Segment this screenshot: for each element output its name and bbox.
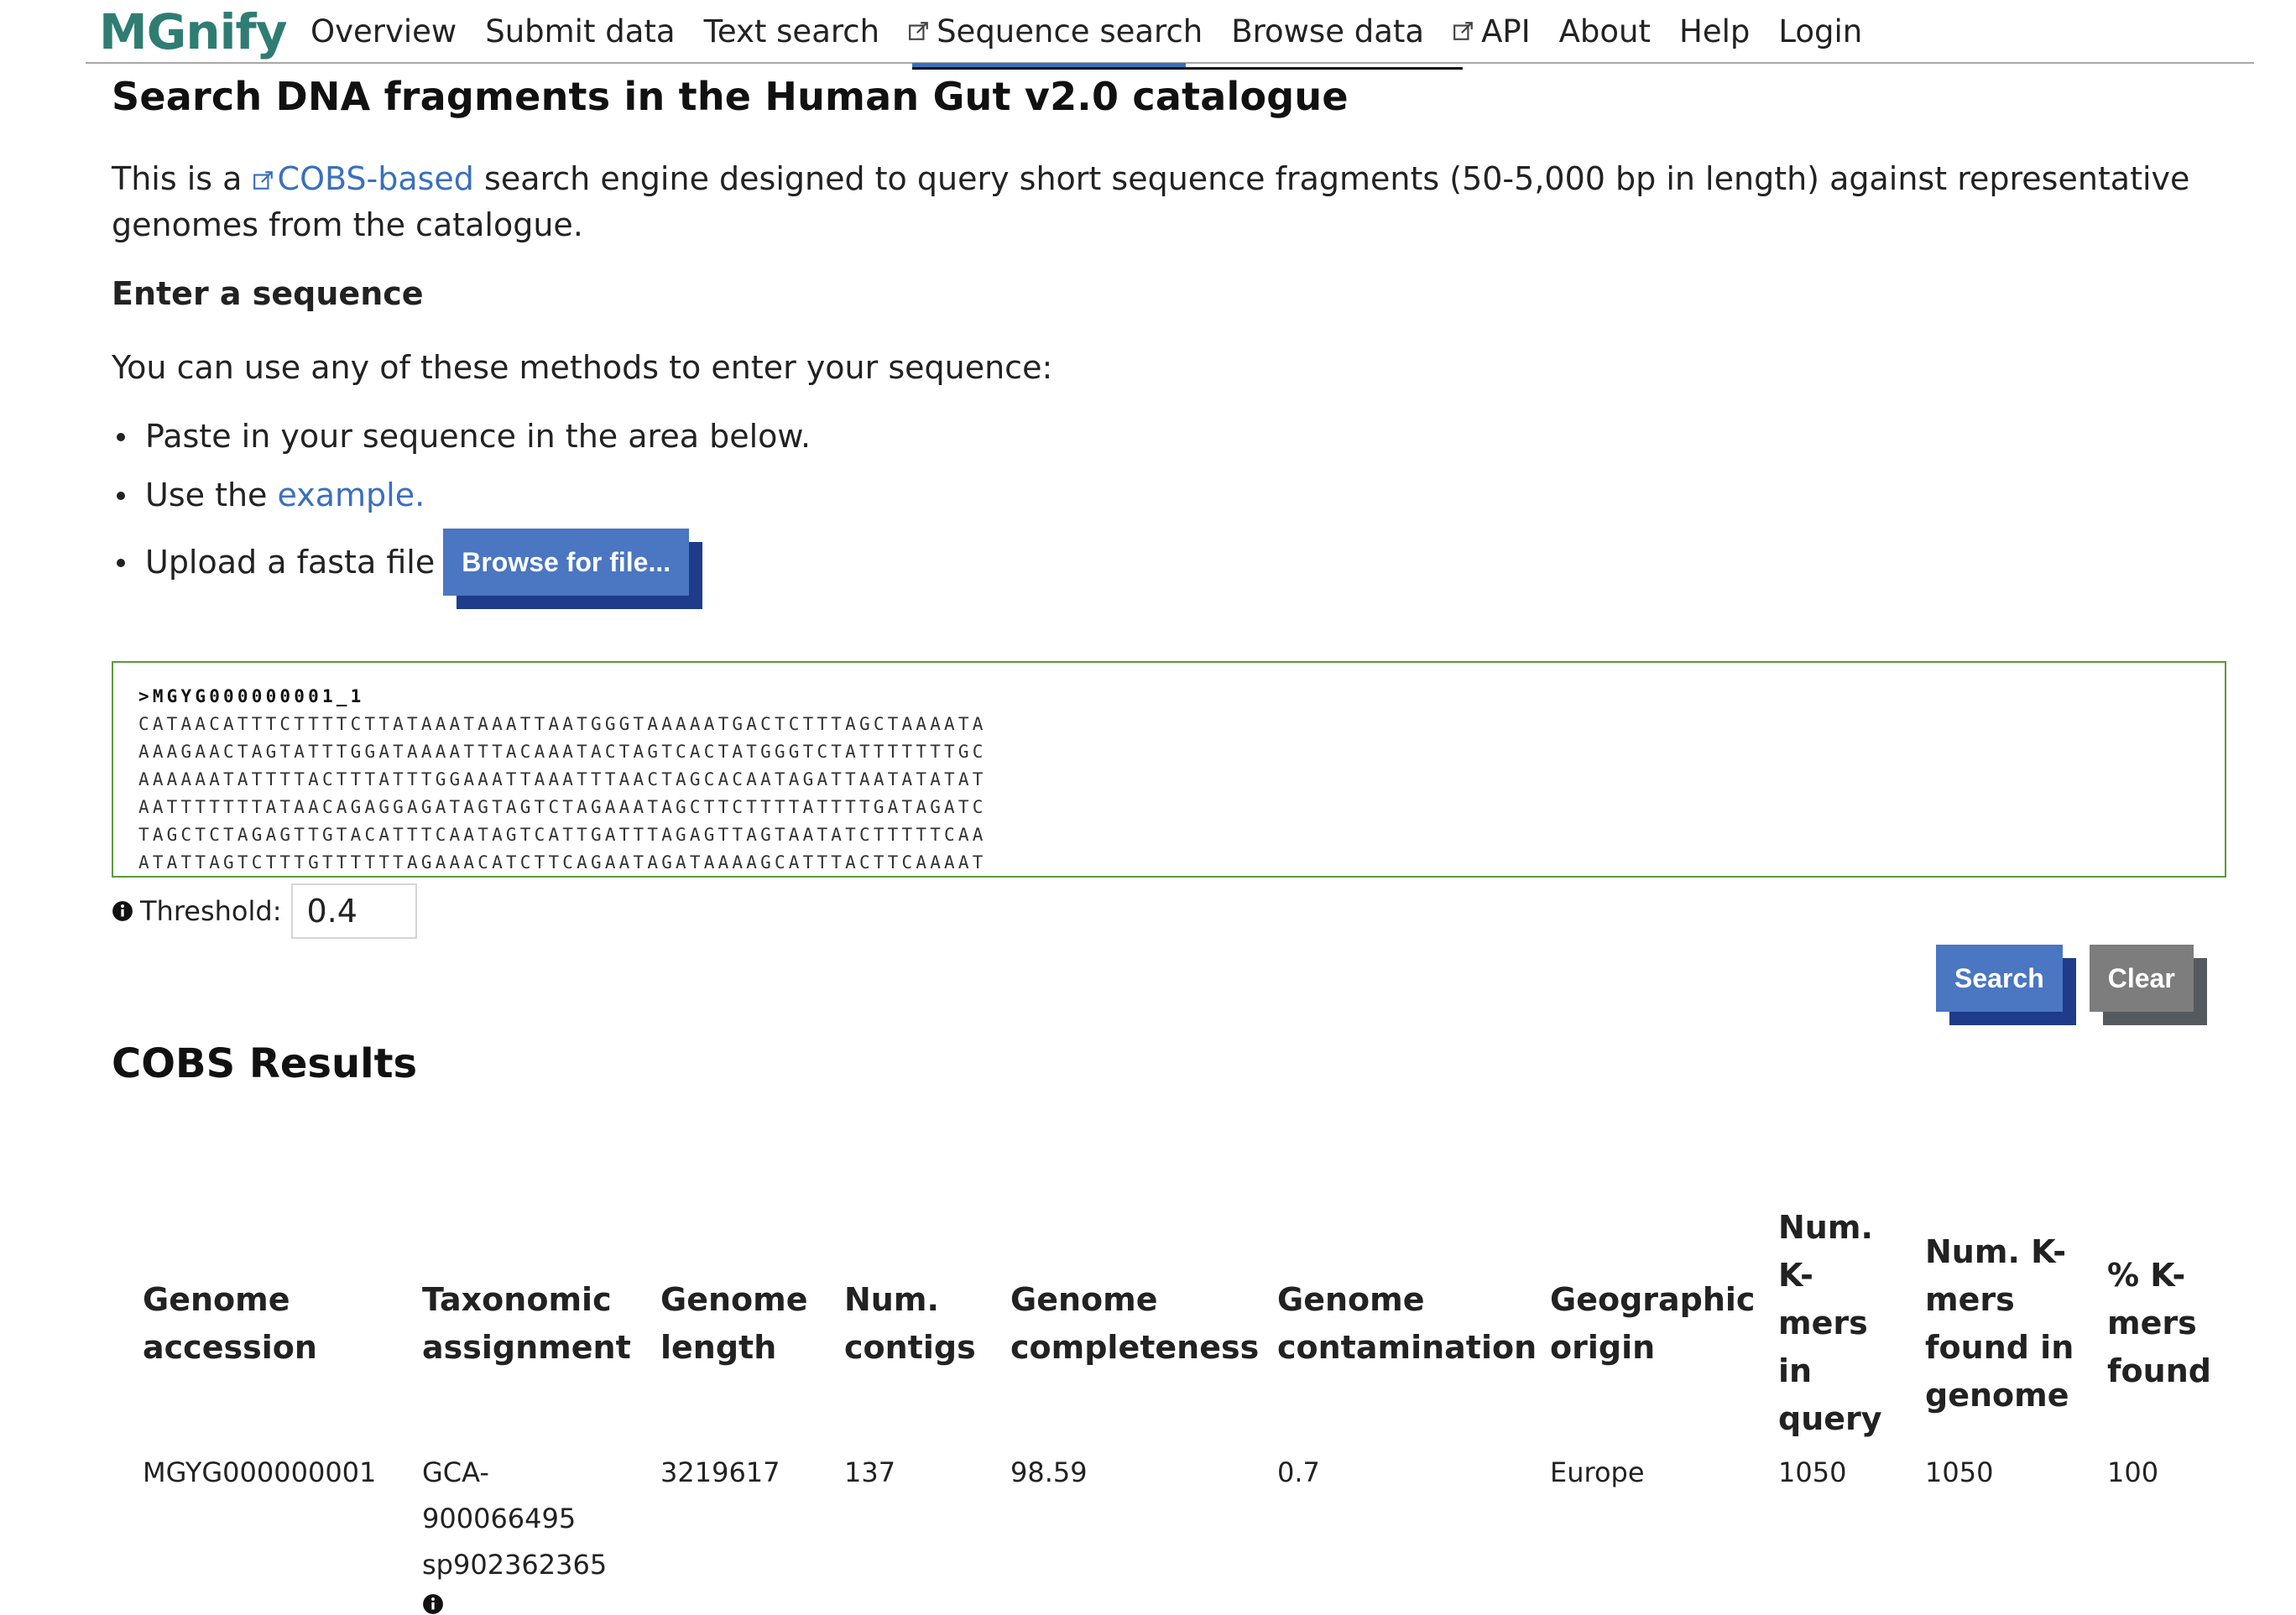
taxonomy-cell: GCA- 900066495 sp902362365 xyxy=(422,1450,624,1615)
sequence-line: ATATTAGTCTTTGTTTTTTAGAAACATCTTCAGAATAGAT… xyxy=(138,852,987,873)
sequence-line: AAAGAACTAGTATTTGGATAAAATTTACAAATACTAGTCA… xyxy=(138,742,987,762)
action-buttons: Search Clear xyxy=(1936,945,2207,1025)
enter-sequence-heading: Enter a sequence xyxy=(112,275,424,312)
column-header[interactable]: Taxonomic assignment xyxy=(422,1276,631,1372)
sequence-line: TAGCTCTAGAGTTGTACATTTCAATAGTCATTGATTTAGA… xyxy=(138,825,987,845)
column-header[interactable]: Genome completeness xyxy=(1010,1276,1259,1372)
completeness-cell: 98.59 xyxy=(1010,1456,1088,1488)
threshold-row: Threshold: 0.4 xyxy=(112,883,418,939)
search-button[interactable]: Search xyxy=(1936,945,2063,1012)
mgnify-logo[interactable]: MGnify xyxy=(99,3,288,60)
browse-file-button[interactable]: Browse for file... xyxy=(443,529,690,596)
external-link-icon xyxy=(909,22,928,40)
list-item: Paste in your sequence in the area below… xyxy=(112,413,811,460)
threshold-input[interactable]: 0.4 xyxy=(291,883,418,939)
genome-accession-link[interactable]: MGYG000000001 xyxy=(143,1450,376,1496)
nav-api[interactable]: API xyxy=(1453,10,1531,52)
column-header[interactable]: Num. contigs xyxy=(844,1276,976,1372)
column-header[interactable]: Genome accession xyxy=(143,1276,378,1372)
external-link-icon xyxy=(1453,22,1473,40)
cobs-link[interactable]: COBS-based xyxy=(278,160,474,197)
browse-file-button-wrap: Browse for file... xyxy=(443,529,703,609)
methods-intro: You can use any of these methods to ente… xyxy=(112,349,1053,386)
nav-sequence-search[interactable]: Sequence search xyxy=(908,10,1203,52)
nav-menu: Overview Submit data Text search Sequenc… xyxy=(310,10,1891,52)
column-header[interactable]: Genome length xyxy=(660,1276,828,1372)
nav-about[interactable]: About xyxy=(1559,10,1651,52)
column-header[interactable]: Num. K-mers in query xyxy=(1778,1204,1887,1443)
nav-submit-data[interactable]: Submit data xyxy=(485,10,675,52)
sequence-textarea[interactable]: >MGYG000000001_1 CATAACATTTCTTTTCTTATAAA… xyxy=(112,661,2226,878)
list-item: Upload a fasta file Browse for file... xyxy=(112,529,703,609)
column-header[interactable]: Num. K-mers found in genome xyxy=(1925,1228,2085,1420)
info-icon[interactable] xyxy=(112,900,133,922)
info-icon[interactable] xyxy=(422,1593,444,1615)
nav-browse-data[interactable]: Browse data xyxy=(1231,10,1424,52)
contigs-cell: 137 xyxy=(844,1456,896,1488)
nav-text-search[interactable]: Text search xyxy=(704,10,880,52)
contamination-cell: 0.7 xyxy=(1277,1456,1320,1488)
nav-underline xyxy=(912,67,1186,70)
results-title: COBS Results xyxy=(112,1040,418,1087)
sequence-line: AAAAAATATTTTACTTTATTTGGAAATTAAATTTAACTAG… xyxy=(138,769,987,789)
sequence-line: AATTTTTTTATAACAGAGGAGATAGTAGTCTAGAAATAGC… xyxy=(138,797,987,817)
pct-kmers-cell: 100 xyxy=(2107,1456,2159,1488)
column-header[interactable]: Genome contamination xyxy=(1277,1276,1537,1372)
clear-button-wrap: Clear xyxy=(2089,945,2207,1025)
origin-cell: Europe xyxy=(1550,1456,1645,1488)
page-title: Search DNA fragments in the Human Gut v2… xyxy=(112,74,1349,119)
search-button-wrap: Search xyxy=(1936,945,2076,1025)
nav-overview[interactable]: Overview xyxy=(310,10,457,52)
nav-help[interactable]: Help xyxy=(1679,10,1750,52)
kmers-found-cell: 1050 xyxy=(1925,1456,1994,1488)
top-navigation: MGnify Overview Submit data Text search … xyxy=(86,0,2254,64)
external-link-icon xyxy=(253,171,273,190)
kmers-query-cell: 1050 xyxy=(1778,1456,1847,1488)
sequence-header: >MGYG000000001_1 xyxy=(138,686,365,706)
nav-login[interactable]: Login xyxy=(1778,10,1862,52)
example-link[interactable]: example. xyxy=(278,477,425,513)
column-header[interactable]: Geographic origin xyxy=(1550,1276,1755,1372)
column-header[interactable]: % K-mers found xyxy=(2107,1252,2216,1395)
nav-underline xyxy=(1186,67,1463,70)
list-item: Use the example. xyxy=(112,471,425,518)
threshold-label: Threshold: xyxy=(140,895,282,927)
genome-length-cell: 3219617 xyxy=(660,1456,780,1488)
clear-button[interactable]: Clear xyxy=(2089,945,2194,1012)
sequence-line: CATAACATTTCTTTTCTTATAAATAAATTAATGGGTAAAA… xyxy=(138,714,987,734)
intro-paragraph: This is a COBS-based search engine desig… xyxy=(112,160,2190,243)
